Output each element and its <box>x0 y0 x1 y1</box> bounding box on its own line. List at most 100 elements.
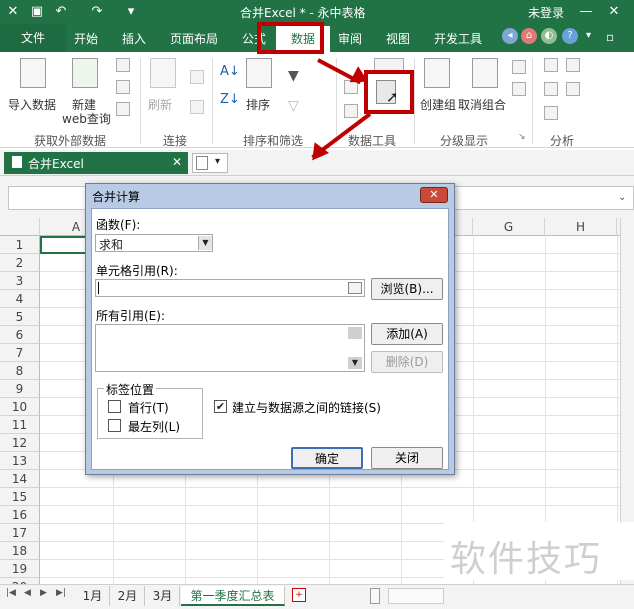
sort-button[interactable]: 排序 <box>246 96 270 113</box>
column-header-h[interactable]: H <box>545 218 617 236</box>
row-header[interactable]: 5 <box>0 308 40 326</box>
row-header[interactable]: 4 <box>0 290 40 308</box>
tab-file[interactable]: 文件 <box>0 24 66 52</box>
row-header[interactable]: 13 <box>0 452 40 470</box>
analysis-icon-3[interactable] <box>544 82 558 96</box>
sheet-tab-2[interactable]: 2月 <box>111 586 145 606</box>
web-query-icon[interactable] <box>72 58 98 88</box>
select-all-corner[interactable] <box>0 218 40 236</box>
row-header[interactable]: 18 <box>0 542 40 560</box>
left-column-label[interactable]: 最左列(L) <box>128 418 180 435</box>
undo-icon[interactable]: ↶ <box>52 3 70 21</box>
row-header[interactable]: 19 <box>0 560 40 578</box>
last-sheet-icon[interactable]: ▶| <box>56 588 66 598</box>
function-select[interactable]: 求和 ▼ <box>95 234 213 252</box>
show-detail-icon[interactable] <box>512 60 526 74</box>
add-button[interactable]: 添加(A) <box>371 323 443 345</box>
import-data-button[interactable]: 导入数据 <box>8 96 56 113</box>
connection-icon[interactable] <box>116 58 130 72</box>
tab-insert[interactable]: 插入 <box>122 30 146 47</box>
row-header[interactable]: 3 <box>0 272 40 290</box>
next-sheet-icon[interactable]: ▶ <box>40 588 47 598</box>
analysis-icon-4[interactable] <box>566 82 580 96</box>
tab-developer[interactable]: 开发工具 <box>434 30 482 47</box>
remove-duplicates-icon[interactable] <box>344 104 358 118</box>
import-data-icon[interactable] <box>20 58 46 88</box>
top-row-checkbox[interactable] <box>108 400 121 413</box>
row-header[interactable]: 15 <box>0 488 40 506</box>
sheet-tab-3[interactable]: 3月 <box>146 586 180 606</box>
tab-home[interactable]: 开始 <box>74 30 98 47</box>
left-column-checkbox[interactable] <box>108 419 121 432</box>
scroll-up-icon[interactable] <box>348 327 362 339</box>
dropdown-icon[interactable]: ▾ <box>215 156 220 167</box>
first-sheet-icon[interactable]: |◀ <box>6 588 16 598</box>
row-header[interactable]: 7 <box>0 344 40 362</box>
row-header[interactable]: 9 <box>0 380 40 398</box>
skin-icon[interactable]: ◐ <box>541 28 557 44</box>
tab-view[interactable]: 视图 <box>386 30 410 47</box>
horizontal-scrollbar[interactable] <box>370 588 380 604</box>
filter-icon[interactable]: ▼ <box>288 68 299 84</box>
row-header[interactable]: 12 <box>0 434 40 452</box>
new-web-query-label-2[interactable]: web查询 <box>62 110 111 127</box>
create-group-icon[interactable] <box>424 58 450 88</box>
minimize-icon[interactable]: — <box>574 2 598 22</box>
tab-review[interactable]: 审阅 <box>338 30 362 47</box>
row-header[interactable]: 16 <box>0 506 40 524</box>
all-references-list[interactable]: ▼ <box>95 324 365 372</box>
sort-icon[interactable] <box>246 58 272 88</box>
top-row-label[interactable]: 首行(T) <box>128 399 169 416</box>
reference-input[interactable] <box>95 279 365 297</box>
create-group-button[interactable]: 创建组 <box>420 96 456 113</box>
row-header[interactable]: 8 <box>0 362 40 380</box>
close-button[interactable]: 关闭 <box>371 447 443 469</box>
prev-sheet-icon[interactable]: ◀ <box>24 588 31 598</box>
collapse-dialog-icon[interactable] <box>348 282 362 294</box>
row-header[interactable]: 10 <box>0 398 40 416</box>
login-status[interactable]: 未登录 <box>528 4 564 21</box>
close-window-icon[interactable]: ✕ <box>602 2 626 22</box>
ok-button[interactable]: 确定 <box>291 447 363 469</box>
tab-page-layout[interactable]: 页面布局 <box>170 30 218 47</box>
link-source-checkbox[interactable]: ✔ <box>214 400 227 413</box>
hide-detail-icon[interactable] <box>512 82 526 96</box>
sort-desc-icon[interactable]: Z↓ <box>220 92 240 107</box>
sheet-tab-1[interactable]: 1月 <box>76 586 110 606</box>
new-workbook-button[interactable]: ▾ <box>192 153 228 173</box>
link-source-label[interactable]: 建立与数据源之间的链接(S) <box>232 399 381 416</box>
scroll-down-icon[interactable]: ▼ <box>348 357 362 369</box>
close-icon[interactable]: ✕ <box>4 3 22 21</box>
ungroup-icon[interactable] <box>472 58 498 88</box>
home-icon[interactable]: ⌂ <box>521 28 537 44</box>
other-source-icon[interactable] <box>116 102 130 116</box>
redo-icon[interactable]: ↷ <box>88 3 106 21</box>
row-header[interactable]: 14 <box>0 470 40 488</box>
sheet-tab-summary[interactable]: 第一季度汇总表 <box>181 586 285 606</box>
column-header-g[interactable]: G <box>473 218 545 236</box>
analysis-icon-2[interactable] <box>566 58 580 72</box>
add-sheet-icon[interactable]: + <box>292 588 306 602</box>
chevron-down-icon[interactable]: ▼ <box>198 236 212 250</box>
collapse-ribbon-icon[interactable]: ▾ <box>586 30 591 41</box>
sort-asc-icon[interactable]: A↓ <box>220 64 240 79</box>
text-import-icon[interactable] <box>116 80 130 94</box>
row-header[interactable]: 1 <box>0 236 40 254</box>
analysis-icon-5[interactable] <box>544 106 558 120</box>
row-header[interactable]: 11 <box>0 416 40 434</box>
browse-button[interactable]: 浏览(B)... <box>371 278 443 300</box>
row-header[interactable]: 2 <box>0 254 40 272</box>
dialog-launcher-icon[interactable]: ↘ <box>518 132 526 142</box>
close-workbook-icon[interactable]: ✕ <box>172 155 182 169</box>
row-header[interactable]: 6 <box>0 326 40 344</box>
analysis-icon-1[interactable] <box>544 58 558 72</box>
workbook-tab[interactable]: 合并Excel ✕ <box>4 152 188 174</box>
horizontal-scroll-track[interactable] <box>388 588 444 604</box>
save-icon[interactable]: ▣ <box>28 3 46 21</box>
restore-icon[interactable]: ▫ <box>606 30 614 44</box>
ungroup-button[interactable]: 取消组合 <box>458 96 506 113</box>
help-icon[interactable]: ? <box>562 28 578 44</box>
customize-icon[interactable]: ▾ <box>122 3 140 21</box>
expand-formula-icon[interactable]: ⌄ <box>618 192 626 203</box>
dialog-close-icon[interactable]: ✕ <box>420 187 448 203</box>
